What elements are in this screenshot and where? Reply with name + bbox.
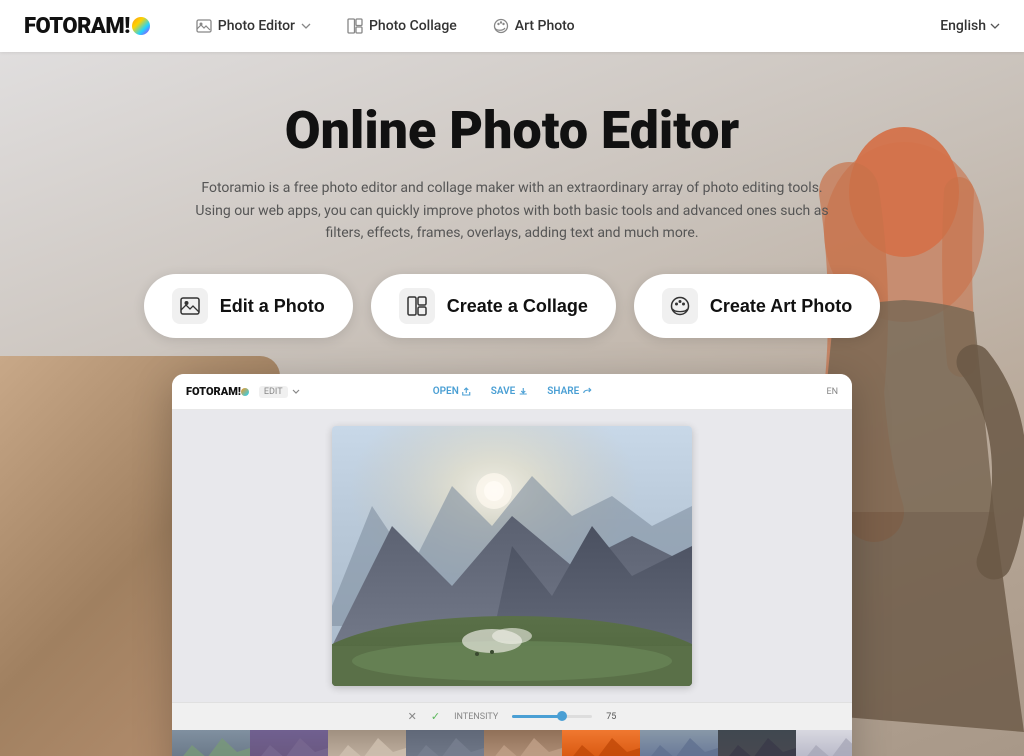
dropdown-icon [292, 389, 300, 394]
filter-preview [250, 730, 328, 756]
app-open-label: OPEN [433, 386, 459, 397]
chevron-down-icon [301, 23, 311, 29]
app-preview: FOTORAM! EDIT OPEN SAVE SHARE [172, 374, 852, 756]
hero-content: Online Photo Editor Fotoramio is a free … [0, 52, 1024, 756]
nav-label-photo-editor: Photo Editor [218, 18, 295, 34]
nav-item-photo-collage[interactable]: Photo Collage [333, 12, 471, 40]
filter-strip: ORIGINAL CHARMING [172, 730, 852, 756]
create-collage-button[interactable]: Create a Collage [371, 274, 616, 338]
collage-icon [347, 18, 363, 34]
save-icon [518, 387, 527, 396]
filter-thumb [484, 730, 562, 756]
logo-text: FOTORAM! [24, 14, 130, 39]
nav-label-photo-collage: Photo Collage [369, 18, 457, 34]
mountain-landscape [332, 426, 692, 686]
hero-title: Online Photo Editor [0, 102, 1024, 159]
navbar: FOTORAM! Photo Editor Photo Collage [0, 0, 1024, 52]
filter-thumb [562, 730, 640, 756]
app-edit-badge: EDIT [259, 386, 288, 398]
art-icon [670, 296, 690, 316]
confirm-intensity-button[interactable]: ✓ [431, 710, 440, 723]
filter-item-beta[interactable]: BETA [640, 730, 718, 756]
create-collage-label: Create a Collage [447, 296, 588, 317]
app-topbar: FOTORAM! EDIT OPEN SAVE SHARE [172, 374, 852, 410]
palette-icon [493, 18, 509, 34]
intensity-fill [512, 715, 560, 718]
nav-items: Photo Editor Photo Collage Art Photo [182, 12, 940, 40]
open-icon [462, 387, 471, 396]
filter-preview [328, 730, 406, 756]
collage-create-icon [399, 288, 435, 324]
intensity-slider[interactable] [512, 715, 592, 718]
filter-item-noire[interactable]: NOIRE [718, 730, 796, 756]
create-art-photo-button[interactable]: Create Art Photo [634, 274, 880, 338]
app-share-action[interactable]: SHARE [547, 386, 591, 397]
app-image[interactable] [332, 426, 692, 686]
filter-thumb [796, 730, 852, 756]
app-lang-label: EN [826, 387, 838, 397]
chevron-down-icon [990, 23, 1000, 29]
app-canvas [172, 410, 852, 702]
nav-item-art-photo[interactable]: Art Photo [479, 12, 589, 40]
edit-photo-button[interactable]: Edit a Photo [144, 274, 353, 338]
app-logo-small: FOTORAM! [186, 385, 249, 398]
filter-preview [640, 730, 718, 756]
language-label: English [940, 18, 986, 34]
filter-item-excited[interactable]: EXCITED [328, 730, 406, 756]
edit-photo-label: Edit a Photo [220, 296, 325, 317]
filter-thumb [640, 730, 718, 756]
app-save-action[interactable]: SAVE [491, 386, 528, 397]
image-icon [196, 18, 212, 34]
filter-preview [796, 730, 852, 756]
filter-item-charming[interactable]: CHARMING [250, 730, 328, 756]
filter-thumb [250, 730, 328, 756]
photo-icon [180, 296, 200, 316]
image-edit-icon [172, 288, 208, 324]
filter-item-nashville[interactable]: NASHVILLE [484, 730, 562, 756]
intensity-thumb [557, 711, 567, 721]
filter-preview [718, 730, 796, 756]
app-save-label: SAVE [491, 386, 516, 397]
language-selector[interactable]: English [940, 18, 1000, 34]
filter-preview [484, 730, 562, 756]
filter-thumb [406, 730, 484, 756]
filter-thumb [172, 730, 250, 756]
collage-icon [407, 296, 427, 316]
create-art-photo-label: Create Art Photo [710, 296, 852, 317]
app-logo-dot-icon [241, 388, 249, 396]
hero-section: Online Photo Editor Fotoramio is a free … [0, 52, 1024, 756]
filter-item-trick[interactable]: TRICK [406, 730, 484, 756]
hero-subtitle: Fotoramio is a free photo editor and col… [192, 177, 832, 244]
filter-thumb [718, 730, 796, 756]
cta-row: Edit a Photo Create a Collage [0, 274, 1024, 338]
app-open-action[interactable]: OPEN [433, 386, 471, 397]
intensity-label: INTENSITY [454, 712, 498, 722]
app-share-label: SHARE [547, 386, 579, 397]
filter-thumb [328, 730, 406, 756]
logo[interactable]: FOTORAM! [24, 14, 150, 39]
filter-preview [406, 730, 484, 756]
logo-circle-icon [132, 17, 150, 35]
app-intensity-bar: ✕ ✓ INTENSITY 75 [172, 702, 852, 730]
filter-item-lomo kelvin[interactable]: LOMO KELVIN [562, 730, 640, 756]
app-nav-actions: OPEN SAVE SHARE [433, 386, 592, 397]
filter-preview [562, 730, 640, 756]
filter-item-clarity[interactable]: CLARITY [796, 730, 852, 756]
filter-item-original[interactable]: ORIGINAL [172, 730, 250, 756]
filter-preview [172, 730, 250, 756]
close-intensity-button[interactable]: ✕ [408, 710, 417, 723]
intensity-value: 75 [606, 712, 616, 722]
palette-create-icon [662, 288, 698, 324]
share-icon [582, 387, 591, 396]
nav-item-photo-editor[interactable]: Photo Editor [182, 12, 325, 40]
nav-label-art-photo: Art Photo [515, 18, 575, 34]
